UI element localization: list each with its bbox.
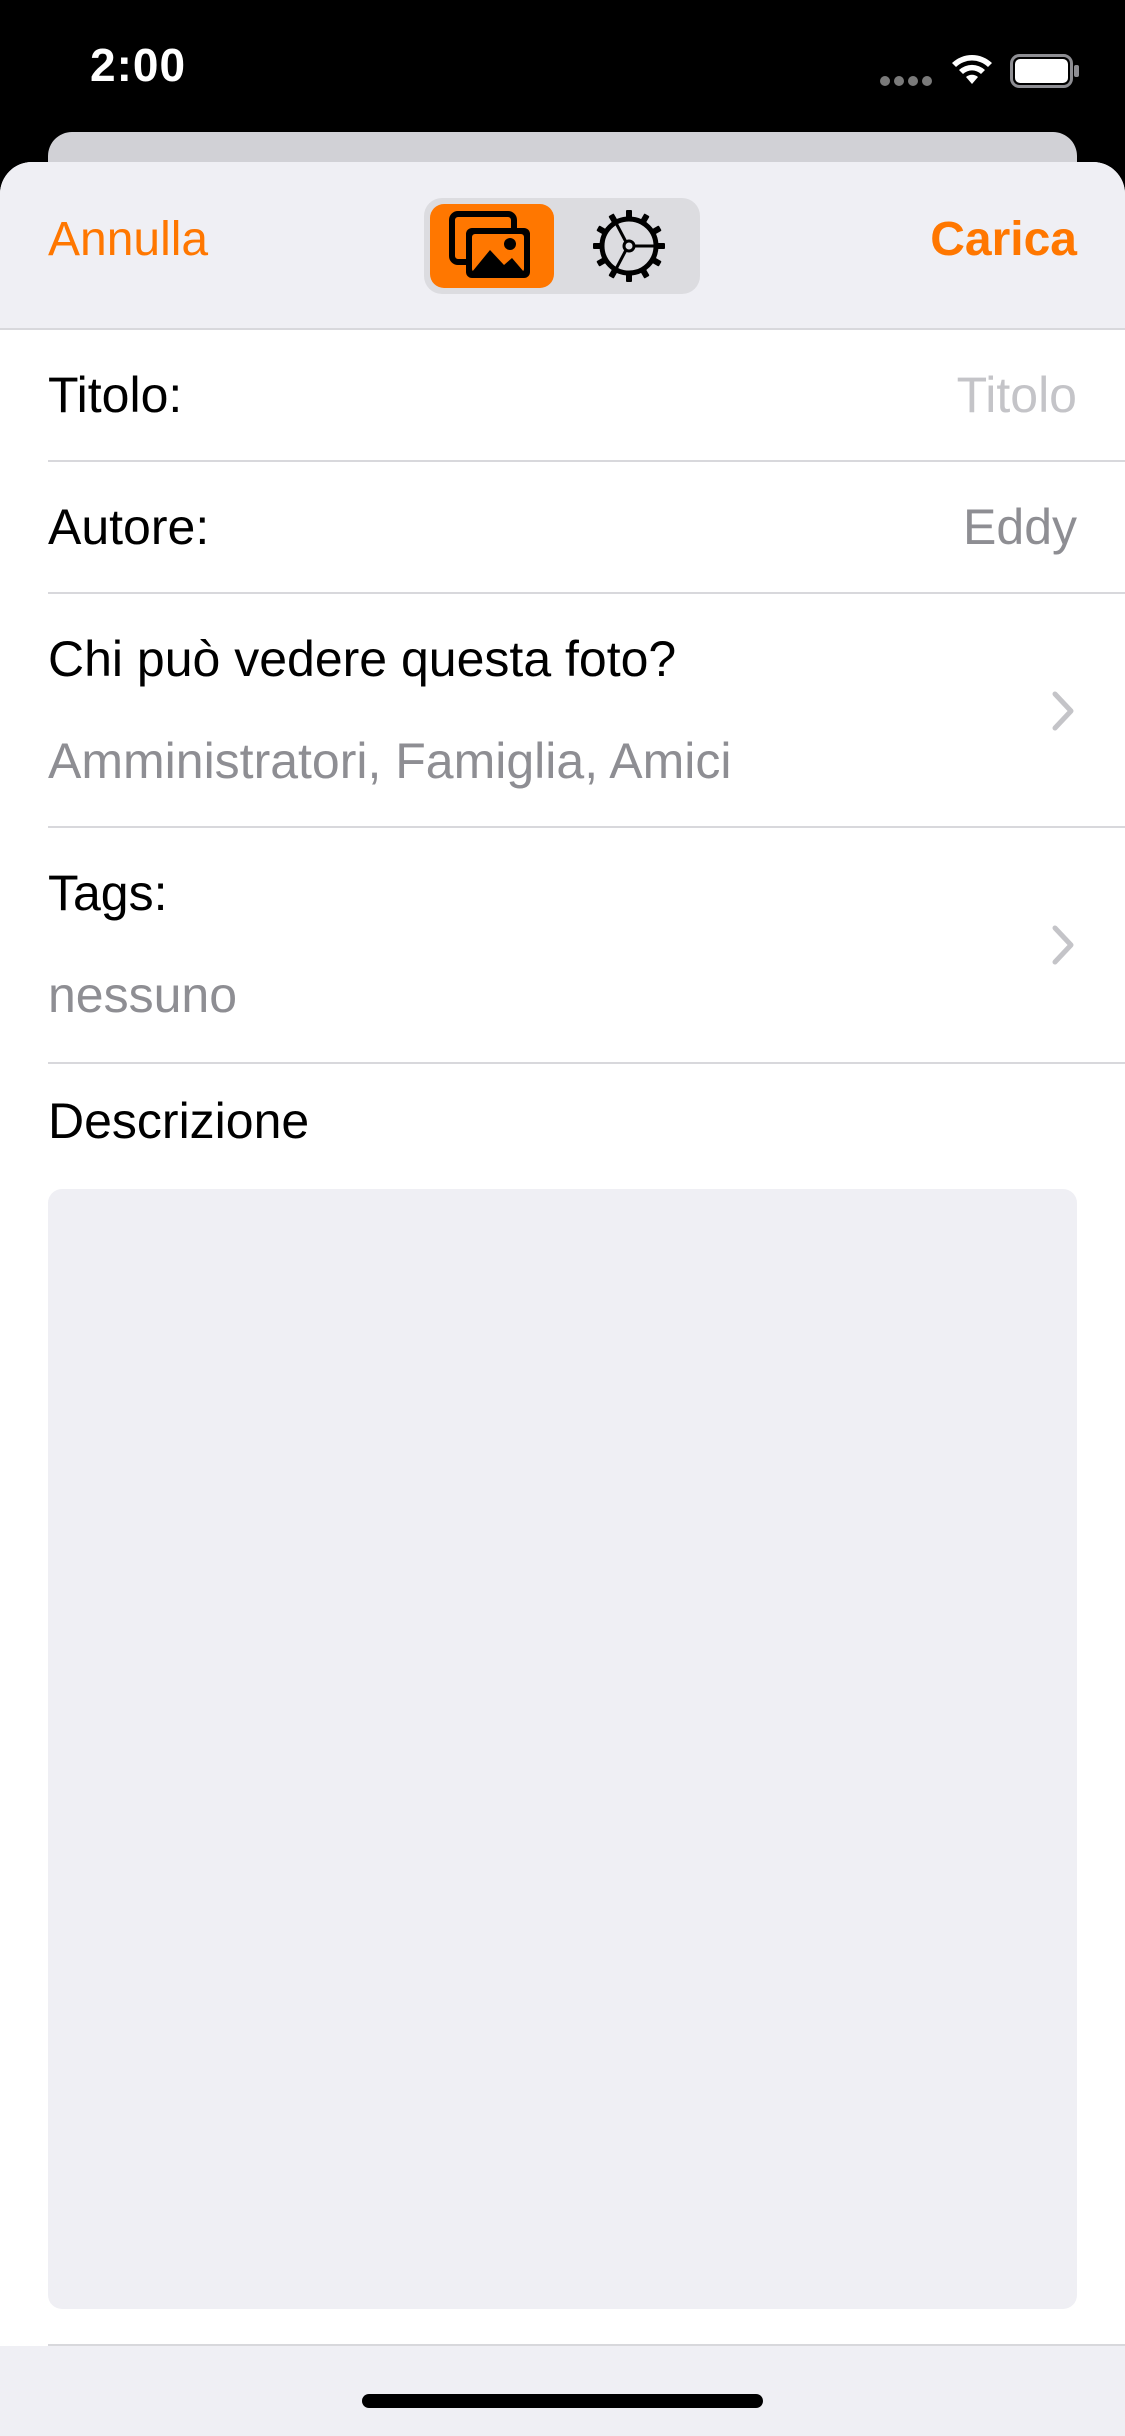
author-label: Autore: bbox=[48, 499, 210, 555]
photos-icon bbox=[449, 211, 530, 278]
bottom-area bbox=[0, 2346, 1125, 2436]
status-bar: 2:00 bbox=[0, 0, 1125, 140]
segment-photos[interactable] bbox=[430, 204, 554, 288]
cellular-signal-icon bbox=[880, 76, 934, 86]
description-label: Descrizione bbox=[48, 1093, 310, 1149]
title-label: Titolo: bbox=[48, 367, 183, 423]
cancel-button[interactable]: Annulla bbox=[48, 212, 208, 267]
upload-sheet: Annulla Carica Titolo: Titolo Autore: Ed… bbox=[0, 162, 1125, 2436]
chevron-right-icon bbox=[1052, 925, 1074, 965]
settings-gear-icon bbox=[593, 210, 665, 282]
privacy-value: Amministratori, Famiglia, Amici bbox=[48, 733, 732, 789]
segmented-control[interactable] bbox=[424, 198, 700, 294]
description-textarea[interactable] bbox=[48, 1189, 1077, 2309]
privacy-row[interactable]: Chi può vedere questa foto? Amministrato… bbox=[48, 594, 1125, 828]
segment-settings[interactable] bbox=[564, 204, 694, 288]
tags-value: nessuno bbox=[48, 967, 238, 1023]
privacy-label: Chi può vedere questa foto? bbox=[48, 631, 677, 687]
author-input[interactable]: Eddy bbox=[963, 498, 1077, 556]
battery-icon bbox=[1010, 54, 1079, 88]
wifi-icon bbox=[952, 55, 992, 84]
upload-button[interactable]: Carica bbox=[930, 212, 1077, 267]
tags-row[interactable]: Tags: nessuno bbox=[48, 828, 1125, 1064]
title-row[interactable]: Titolo: Titolo bbox=[48, 330, 1125, 462]
author-row[interactable]: Autore: Eddy bbox=[48, 462, 1125, 594]
status-time: 2:00 bbox=[90, 39, 187, 91]
home-indicator[interactable] bbox=[362, 2394, 763, 2408]
chevron-right-icon bbox=[1052, 691, 1074, 731]
navigation-bar: Annulla Carica bbox=[0, 162, 1125, 330]
tags-label: Tags: bbox=[48, 865, 168, 921]
title-input[interactable]: Titolo bbox=[957, 366, 1077, 424]
